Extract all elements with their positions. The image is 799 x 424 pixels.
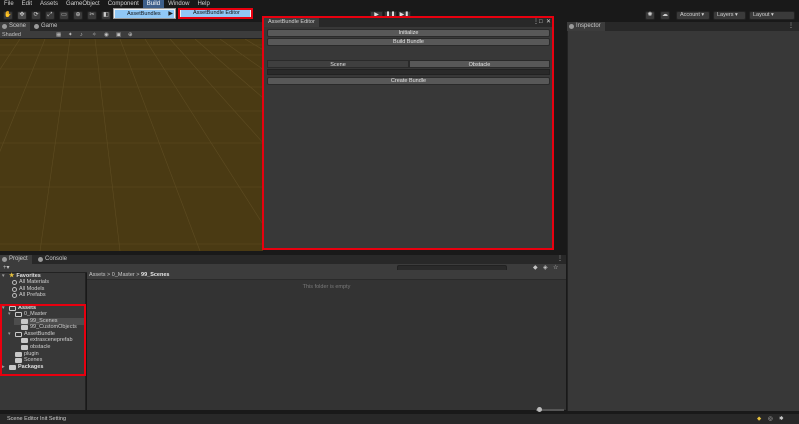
cloud-icon[interactable]: ☁ (660, 11, 670, 20)
tab-game[interactable]: Game (32, 22, 61, 31)
build-bundle-button[interactable]: Build Bundle (267, 38, 550, 46)
notification-icon[interactable]: ◆ (757, 414, 761, 424)
inspector-panel (567, 31, 799, 411)
tree-fav-prefabs[interactable]: All Prefabs (12, 292, 46, 299)
2d-toggle-icon[interactable]: ▦ (56, 31, 61, 39)
empty-folder-text: This folder is empty (302, 284, 351, 290)
tab-scene[interactable]: Scene (0, 22, 31, 31)
status-text: Scene Editor Init Setting (7, 416, 67, 422)
tab-project-label: Project (9, 256, 28, 262)
inspector-tab-icon (569, 24, 574, 29)
fav-prefabs-label: All Prefabs (19, 292, 46, 298)
menu-gameobject[interactable]: GameObject (62, 0, 104, 9)
editor-titlebar: AssetBundle Editor ⋮ □ ✕ (264, 18, 552, 27)
inspector-tabbar: Inspector ⋮ (567, 22, 799, 31)
breadcrumb: Assets > 0_Master > 99_Scenes (87, 270, 566, 280)
menu-item-assetbundle-editor[interactable]: AssetBundle Editor (181, 10, 250, 17)
build-dropdown-menu: AssetBundles ▶ (113, 8, 176, 19)
scale-tool-icon[interactable]: ⤢ (45, 11, 55, 20)
lighting-toggle-icon[interactable]: ✦ (68, 31, 73, 39)
hidden-objects-icon[interactable]: ◉ (104, 31, 109, 39)
search-icon (12, 292, 17, 298)
expand-arrow-icon: ▾ (2, 273, 5, 279)
search-icon (12, 279, 17, 285)
search-icon (12, 286, 17, 292)
move-tool-icon[interactable]: ✥ (17, 11, 27, 20)
initialize-button[interactable]: Initialize (267, 29, 550, 37)
game-tab-icon (34, 24, 39, 29)
progress-icon[interactable]: ◎ (768, 414, 773, 424)
breadcrumb-scenes[interactable]: 99_Scenes (141, 272, 169, 278)
layout-dropdown[interactable]: Layout ▾ (749, 11, 795, 20)
menu-file[interactable]: File (0, 0, 18, 9)
effects-toggle-icon[interactable]: ✧ (92, 31, 97, 39)
layers-label: Layers (717, 12, 734, 18)
account-label: Account (680, 12, 700, 18)
tab-scene-segment[interactable]: Scene (267, 60, 409, 68)
project-menu-icon[interactable]: ⋮ (557, 255, 563, 264)
tab-scene-label: Scene (9, 23, 27, 29)
assetbundle-editor-window: AssetBundle Editor ⋮ □ ✕ Initialize Buil… (262, 16, 554, 250)
custom-tool-icon[interactable]: ✂ (87, 11, 97, 20)
assetbundles-label: AssetBundles (127, 11, 161, 17)
breadcrumb-master[interactable]: 0_Master (112, 272, 135, 278)
account-dropdown[interactable]: Account ▾ (676, 11, 710, 20)
rotate-tool-icon[interactable]: ⟳ (31, 11, 41, 20)
hand-tool-icon[interactable]: ✋ (3, 11, 13, 20)
create-plus-icon[interactable]: +▾ (3, 264, 10, 272)
collab-icon[interactable]: ✺ (645, 11, 655, 20)
menu-edit[interactable]: Edit (18, 0, 36, 9)
scene-grid (0, 39, 263, 251)
menu-assets[interactable]: Assets (36, 0, 62, 9)
debug-icon[interactable]: ✱ (779, 414, 784, 424)
bundle-select-dropdown[interactable] (267, 69, 550, 75)
tab-console-label: Console (45, 256, 68, 262)
scene-tab-icon (2, 24, 7, 29)
scene-viewport[interactable] (0, 39, 263, 251)
project-content-area[interactable] (87, 273, 566, 410)
project-tabbar: Project Console ⋮ (0, 255, 566, 264)
camera-settings-icon[interactable]: ▣ (116, 31, 121, 39)
tab-project[interactable]: Project (0, 255, 32, 264)
project-tab-icon (2, 257, 7, 262)
pivot-toggle-icon[interactable]: ◧ (101, 11, 111, 20)
breadcrumb-assets[interactable]: Assets (89, 272, 106, 278)
layers-dropdown[interactable]: Layers ▾ (713, 11, 746, 20)
assetbundles-submenu: AssetBundle Editor (178, 8, 253, 19)
close-icon[interactable]: ✕ (546, 18, 551, 27)
tab-game-label: Game (41, 23, 58, 29)
scene-toolbar: Shaded ▦ ✦ ♪ ✧ ◉ ▣ ⊕ (0, 31, 263, 39)
gizmos-icon[interactable]: ⊕ (128, 31, 133, 39)
tab-inspector[interactable]: Inspector (567, 22, 605, 31)
tab-inspector-label: Inspector (576, 23, 601, 29)
audio-toggle-icon[interactable]: ♪ (80, 31, 83, 39)
fav-materials-label: All Materials (19, 279, 49, 285)
create-bundle-button[interactable]: Create Bundle (267, 77, 550, 85)
console-tab-icon (38, 257, 43, 262)
rect-tool-icon[interactable]: ▭ (59, 11, 69, 20)
scene-tabbar: Scene Game (0, 22, 263, 31)
icon-size-slider-handle[interactable] (537, 407, 542, 412)
tree-fav-materials[interactable]: All Materials (12, 279, 49, 286)
layout-label: Layout (753, 12, 770, 18)
transform-tool-icon[interactable]: ⊕ (73, 11, 83, 20)
status-bar: Scene Editor Init Setting ◆ ◎ ✱ (0, 414, 799, 424)
menu-item-assetbundles[interactable]: AssetBundles (115, 10, 174, 18)
submenu-arrow-icon: ▶ (168, 11, 173, 17)
highlight-box-tree (0, 304, 86, 376)
inspector-menu-icon[interactable]: ⋮ (788, 22, 794, 31)
tab-console[interactable]: Console (36, 255, 71, 264)
tab-obstacle-segment[interactable]: Obstacle (409, 60, 550, 68)
editor-title[interactable]: AssetBundle Editor (264, 18, 319, 27)
assetbundle-editor-label: AssetBundle Editor (193, 10, 240, 16)
shading-mode-dropdown[interactable]: Shaded (2, 31, 21, 39)
maximize-icon[interactable]: □ (539, 18, 543, 27)
